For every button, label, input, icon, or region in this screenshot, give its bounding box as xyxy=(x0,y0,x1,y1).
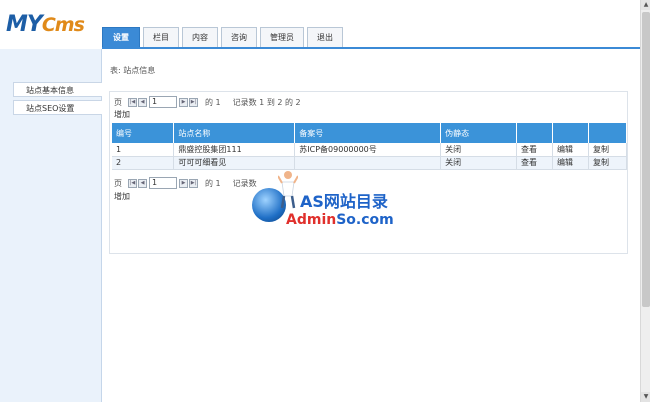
cell-static: 关闭 xyxy=(440,156,518,170)
first-page-icon[interactable]: |◀ xyxy=(128,97,137,107)
col-view xyxy=(516,123,554,143)
copy-link[interactable]: 复制 xyxy=(588,143,628,157)
scroll-up-icon[interactable]: ▲ xyxy=(641,0,650,10)
tab-admin[interactable]: 管理员 xyxy=(260,27,304,48)
scroll-down-icon[interactable]: ▼ xyxy=(641,392,650,402)
copy-link[interactable]: 复制 xyxy=(588,156,628,170)
col-static: 伪静态 xyxy=(440,123,518,143)
add-link[interactable]: 增加 xyxy=(114,109,130,120)
tab-consult[interactable]: 咨询 xyxy=(221,27,257,48)
scroll-thumb[interactable] xyxy=(642,12,650,307)
next-page-icon[interactable]: ▶ xyxy=(179,97,188,107)
last-page-icon[interactable]: ▶| xyxy=(189,178,198,188)
pager-top: 页 |◀ ◀ 1 ▶ ▶| 的 1 记录数 1 到 2 的 2 xyxy=(114,95,301,109)
sidebar: 站点基本信息 站点SEO设置 xyxy=(0,49,102,402)
vertical-scrollbar[interactable]: ▲ ▼ xyxy=(640,0,650,402)
edit-link[interactable]: 编辑 xyxy=(552,143,589,157)
logo: MYCms xyxy=(6,12,85,37)
view-link[interactable]: 查看 xyxy=(516,143,554,157)
first-page-icon[interactable]: |◀ xyxy=(128,178,137,188)
data-table: 编号 站点名称 备案号 伪静态 1 鼎盛控股集团111 苏ICP备0900000… xyxy=(112,123,628,170)
tab-columns[interactable]: 栏目 xyxy=(143,27,179,48)
tab-logout[interactable]: 退出 xyxy=(307,27,343,48)
page-input[interactable]: 1 xyxy=(149,96,177,108)
last-page-icon[interactable]: ▶| xyxy=(189,97,198,107)
breadcrumb: 表: 站点信息 xyxy=(110,66,156,75)
cell-icp: 苏ICP备09000000号 xyxy=(294,143,442,157)
tab-settings[interactable]: 设置 xyxy=(102,27,140,48)
table-header-row: 编号 站点名称 备案号 伪静态 xyxy=(112,123,628,143)
cell-id: 1 xyxy=(112,143,175,157)
pager-records: 记录数 1 到 2 的 2 xyxy=(232,97,301,107)
view-link[interactable]: 查看 xyxy=(516,156,554,170)
next-page-icon[interactable]: ▶ xyxy=(179,178,188,188)
col-copy xyxy=(588,123,628,143)
sidebar-item-seo[interactable]: 站点SEO设置 xyxy=(13,100,102,115)
cell-site-name: 鼎盛控股集团111 xyxy=(173,143,296,157)
pager-total: 的 1 xyxy=(205,178,221,188)
cell-id: 2 xyxy=(112,156,175,170)
watermark-url-part1: Admin xyxy=(286,212,337,228)
watermark-url-part2: So.com xyxy=(336,212,394,228)
cell-static: 关闭 xyxy=(440,143,518,157)
watermark-url: AdminSo.com xyxy=(286,212,394,228)
logo-cms: Cms xyxy=(41,14,85,36)
col-id: 编号 xyxy=(112,123,175,143)
add-link[interactable]: 增加 xyxy=(114,191,130,202)
col-site-name: 站点名称 xyxy=(173,123,296,143)
top-tabs: 设置 栏目 内容 咨询 管理员 退出 xyxy=(102,27,346,48)
watermark: AS网站目录 AdminSo.com xyxy=(250,168,410,238)
pager-total: 的 1 xyxy=(205,97,221,107)
pager-prefix: 页 xyxy=(114,178,122,188)
edit-link[interactable]: 编辑 xyxy=(552,156,589,170)
pager-bottom: 页 |◀ ◀ 1 ▶ ▶| 的 1 记录数 xyxy=(114,176,257,190)
sidebar-item-basic-info[interactable]: 站点基本信息 xyxy=(13,82,102,97)
page-input[interactable]: 1 xyxy=(149,177,177,189)
col-edit xyxy=(552,123,589,143)
table-row: 1 鼎盛控股集团111 苏ICP备09000000号 关闭 查看 编辑 复制 xyxy=(112,143,628,157)
watermark-title: AS网站目录 xyxy=(300,192,388,211)
tab-content[interactable]: 内容 xyxy=(182,27,218,48)
person-icon xyxy=(278,171,298,209)
prev-page-icon[interactable]: ◀ xyxy=(138,97,147,107)
col-icp: 备案号 xyxy=(294,123,442,143)
logo-my: MY xyxy=(6,12,43,37)
header: MYCms 设置 栏目 内容 咨询 管理员 退出 xyxy=(0,0,640,49)
prev-page-icon[interactable]: ◀ xyxy=(138,178,147,188)
pager-prefix: 页 xyxy=(114,97,122,107)
